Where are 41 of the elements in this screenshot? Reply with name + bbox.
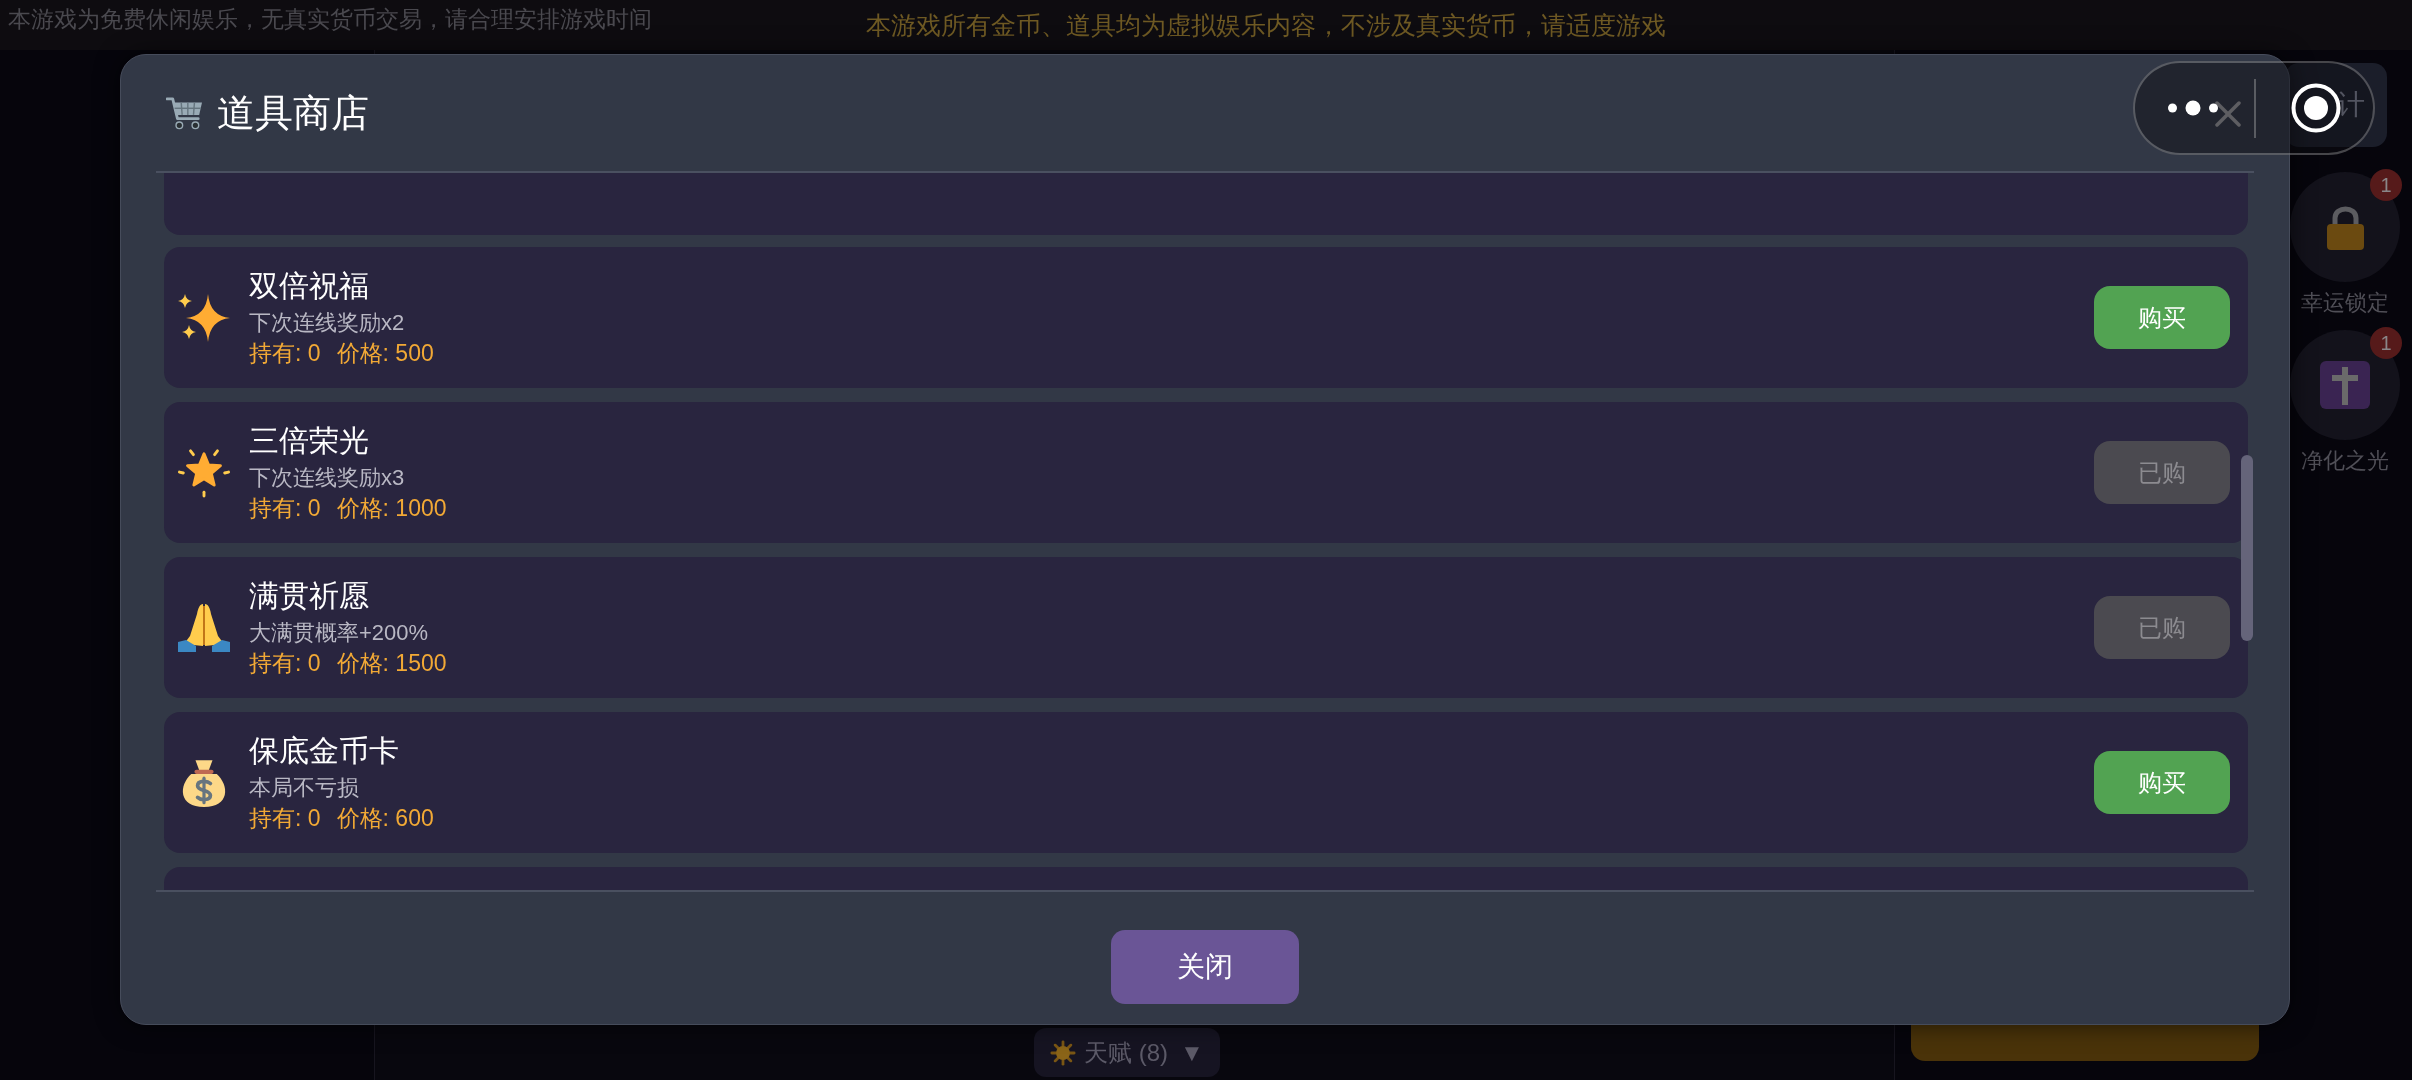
cross-icon: [2320, 361, 2370, 409]
item-description: 大满贯概率+200%: [249, 618, 429, 647]
ring-dot-icon[interactable]: [2291, 83, 2341, 133]
count-badge: 1: [2370, 327, 2402, 359]
item-price: 价格: 1500: [336, 648, 447, 678]
item-price: 价格: 600: [336, 803, 434, 833]
close-icon[interactable]: [2215, 101, 2241, 127]
purchased-button[interactable]: 已购: [2094, 596, 2230, 659]
item-price: 价格: 1000: [336, 493, 447, 523]
praying-hands-icon: [178, 602, 230, 653]
item-price: 价格: 500: [336, 338, 434, 368]
owned-count: 持有: 0: [249, 338, 321, 368]
more-icon[interactable]: [2168, 100, 2218, 116]
cart-icon: [166, 96, 204, 130]
count-badge: 1: [2370, 169, 2402, 201]
notice-text: 本游戏所有金币、道具均为虚拟娱乐内容，不涉及真实货币，请适度游戏: [866, 10, 1666, 40]
buy-button[interactable]: 购买: [2094, 751, 2230, 814]
item-description: 下次连线奖励x3: [249, 463, 405, 492]
skill-label: 幸运锁定: [2301, 289, 2389, 317]
buy-button[interactable]: 购买: [2094, 286, 2230, 349]
talent-button[interactable]: 天赋 (8) ▼: [1034, 1028, 1220, 1077]
skill-button[interactable]: 1: [2290, 330, 2400, 440]
purchased-button[interactable]: 已购: [2094, 441, 2230, 504]
sun-icon: [1050, 1039, 1076, 1066]
owned-count: 持有: 0: [249, 493, 321, 523]
item-description: 下次连线奖励x2: [249, 308, 405, 337]
skill-button[interactable]: 1: [2290, 172, 2400, 282]
owned-count: 持有: 0: [249, 803, 321, 833]
lock-icon: [2326, 204, 2364, 250]
item-name: 满贯祈愿: [249, 577, 369, 614]
item-name: 双倍祝福: [249, 267, 369, 304]
skill-label: 净化之光: [2301, 447, 2389, 475]
item-description: 本局不亏损: [249, 773, 359, 802]
item-name: 三倍荣光: [249, 422, 369, 459]
notice-text: 本游戏为免费休闲娱乐，无真实货币交易，请合理安排游戏时间: [8, 6, 652, 33]
close-button[interactable]: 关闭: [1111, 930, 1299, 1004]
owned-count: 持有: 0: [249, 648, 321, 678]
scrollbar-thumb[interactable]: [2241, 455, 2253, 641]
dialog-title: 道具商店: [217, 91, 369, 136]
glowing-star-icon: [178, 447, 230, 498]
item-name: 保底金币卡: [249, 732, 399, 769]
